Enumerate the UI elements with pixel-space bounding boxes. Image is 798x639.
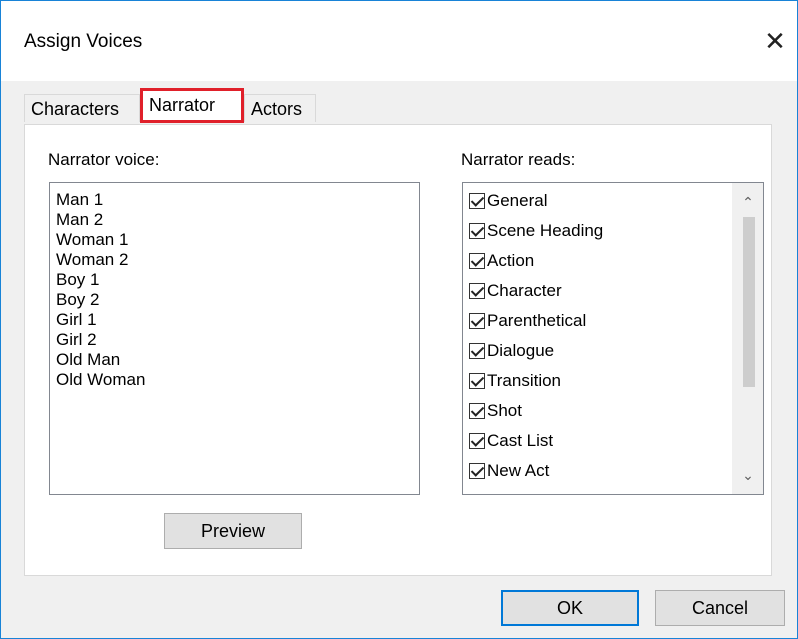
title-bar: Assign Voices ✕	[1, 1, 797, 81]
reads-item-label: Shot	[487, 401, 522, 420]
scroll-thumb[interactable]	[743, 217, 755, 387]
voice-option[interactable]: Old Man	[50, 350, 419, 370]
reads-item-parenthetical[interactable]: Parenthetical	[463, 306, 733, 336]
reads-item-dialogue[interactable]: Dialogue	[463, 336, 733, 366]
reads-item-label: General	[487, 191, 548, 210]
scroll-down-icon[interactable]: ⌄	[733, 464, 763, 492]
reads-item-label: Dialogue	[487, 341, 555, 360]
preview-button[interactable]: Preview	[164, 513, 302, 549]
reads-scrollbar[interactable]: ⌃ ⌄	[732, 183, 763, 494]
reads-item-character[interactable]: Character	[463, 276, 733, 306]
scroll-up-icon[interactable]: ⌃	[733, 185, 763, 213]
voice-option[interactable]: Girl 2	[50, 330, 419, 350]
checkbox-checked-icon[interactable]	[469, 373, 485, 389]
reads-item-cast-list[interactable]: Cast List	[463, 426, 733, 456]
reads-item-scene-heading[interactable]: Scene Heading	[463, 216, 733, 246]
tab-narrator[interactable]: Narrator	[140, 88, 244, 123]
checkbox-checked-icon[interactable]	[469, 433, 485, 449]
reads-item-shot[interactable]: Shot	[463, 396, 733, 426]
reads-item-label: Parenthetical	[487, 311, 587, 330]
voice-option[interactable]: Boy 2	[50, 290, 419, 310]
narrator-tab-panel: Narrator voice: Man 1 Man 2 Woman 1 Woma…	[24, 124, 772, 576]
reads-item-label: Transition	[487, 371, 562, 390]
voice-option[interactable]: Old Woman	[50, 370, 419, 390]
voice-option[interactable]: Girl 1	[50, 310, 419, 330]
close-icon[interactable]: ✕	[761, 27, 789, 55]
reads-item-label: Character	[487, 281, 562, 300]
ok-button[interactable]: OK	[501, 590, 639, 626]
checkbox-checked-icon[interactable]	[469, 223, 485, 239]
tab-actors[interactable]: Actors	[244, 94, 316, 122]
cancel-button[interactable]: Cancel	[655, 590, 785, 626]
narrator-voice-list[interactable]: Man 1 Man 2 Woman 1 Woman 2 Boy 1 Boy 2 …	[49, 182, 420, 495]
window-title: Assign Voices	[24, 31, 143, 52]
checkbox-checked-icon[interactable]	[469, 463, 485, 479]
checkbox-checked-icon[interactable]	[469, 193, 485, 209]
reads-item-general[interactable]: General	[463, 186, 733, 216]
narrator-reads-label: Narrator reads:	[461, 150, 576, 169]
voice-option[interactable]: Woman 1	[50, 230, 419, 250]
checkbox-checked-icon[interactable]	[469, 253, 485, 269]
reads-item-label: Scene Heading	[487, 221, 604, 240]
checkbox-checked-icon[interactable]	[469, 313, 485, 329]
reads-item-label: Action	[487, 251, 535, 270]
voice-option[interactable]: Boy 1	[50, 270, 419, 290]
reads-item-label: New Act	[487, 461, 550, 480]
voice-option[interactable]: Woman 2	[50, 250, 419, 270]
reads-item-action[interactable]: Action	[463, 246, 733, 276]
reads-item-label: Cast List	[487, 431, 554, 450]
reads-item-transition[interactable]: Transition	[463, 366, 733, 396]
narrator-voice-label: Narrator voice:	[48, 150, 160, 169]
checkbox-checked-icon[interactable]	[469, 403, 485, 419]
tab-characters[interactable]: Characters	[24, 94, 140, 122]
voice-option[interactable]: Man 2	[50, 210, 419, 230]
checkbox-checked-icon[interactable]	[469, 283, 485, 299]
checkbox-checked-icon[interactable]	[469, 343, 485, 359]
voice-option[interactable]: Man 1	[50, 190, 419, 210]
narrator-reads-list[interactable]: General Scene Heading Action Character P…	[462, 182, 764, 495]
reads-item-new-act[interactable]: New Act	[463, 456, 733, 486]
